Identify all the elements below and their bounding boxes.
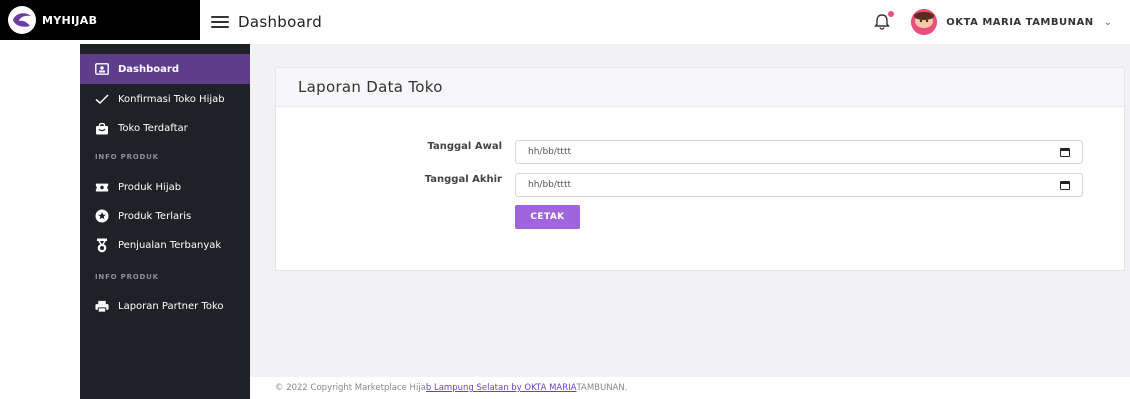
- medal-icon: [95, 238, 109, 252]
- shopping-bag-icon: [95, 121, 109, 135]
- notification-bell-icon[interactable]: [873, 9, 897, 31]
- sidebar-item-label: Produk Terlaris: [118, 210, 192, 222]
- star-icon: [95, 209, 109, 223]
- user-name[interactable]: OKTA MARIA TAMBUNAN: [946, 17, 1093, 28]
- end-date-input[interactable]: hh/bb/tttt: [515, 173, 1083, 197]
- brand-logo-icon: [8, 6, 36, 34]
- sidebar-item-toko-terdaftar[interactable]: Toko Terdaftar: [80, 113, 250, 143]
- chevron-down-icon[interactable]: ⌄: [1104, 17, 1112, 28]
- sidebar-item-produk-terlaris[interactable]: Produk Terlaris: [80, 201, 250, 231]
- cetak-button[interactable]: CETAK: [515, 205, 580, 229]
- calendar-icon[interactable]: [1060, 181, 1070, 190]
- sidebar-heading: INFO PRODUK: [95, 153, 159, 161]
- user-avatar[interactable]: [911, 9, 938, 35]
- footer-text: © 2022 Copyright Marketplace Hija: [275, 383, 426, 393]
- menu-toggle-icon[interactable]: [211, 16, 229, 28]
- sidebar-item-konfirmasi[interactable]: Konfirmasi Toko Hijab: [80, 84, 250, 114]
- start-date-placeholder: hh/bb/tttt: [528, 147, 572, 157]
- end-date-placeholder: hh/bb/tttt: [528, 180, 572, 190]
- main-content: Laporan Data Toko Tanggal Awal hh/bb/ttt…: [250, 44, 1130, 377]
- app-root: MYHIJAB Dashboard OKTA MARIA TAMBUNAN ⌄ …: [0, 0, 1130, 399]
- sidebar-item-label: Laporan Partner Toko: [118, 300, 224, 312]
- sidebar: Dashboard Konfirmasi Toko Hijab Toko Ter…: [80, 44, 250, 399]
- id-card-icon: [95, 62, 109, 76]
- footer: © 2022 Copyright Marketplace Hija b Lampu…: [250, 377, 1130, 399]
- card-header: Laporan Data Toko: [276, 68, 1124, 107]
- page-title: Dashboard: [238, 13, 323, 31]
- start-date-input[interactable]: hh/bb/tttt: [515, 140, 1083, 164]
- sidebar-item-label: Toko Terdaftar: [118, 122, 188, 134]
- sidebar-item-dashboard[interactable]: Dashboard: [80, 54, 250, 84]
- brand[interactable]: MYHIJAB: [0, 0, 200, 40]
- sidebar-item-label: Produk Hijab: [118, 181, 182, 193]
- header-actions: OKTA MARIA TAMBUNAN ⌄: [873, 0, 1112, 44]
- sidebar-heading: INFO PRODUK: [95, 273, 159, 281]
- ticket-icon: [95, 180, 109, 194]
- sidebar-item-penjualan-terbanyak[interactable]: Penjualan Terbanyak: [80, 230, 250, 260]
- notification-badge: [886, 9, 897, 19]
- sidebar-item-produk-hijab[interactable]: Produk Hijab: [80, 172, 250, 202]
- sidebar-item-label: Konfirmasi Toko Hijab: [118, 93, 225, 105]
- footer-link[interactable]: b Lampung Selatan by OKTA MARIA: [426, 383, 577, 393]
- sidebar-item-label: Dashboard: [118, 63, 179, 75]
- sidebar-item-label: Penjualan Terbanyak: [118, 239, 222, 251]
- check-icon: [95, 92, 109, 106]
- card-title: Laporan Data Toko: [298, 78, 443, 96]
- start-date-label: Tanggal Awal: [427, 141, 502, 152]
- printer-icon: [95, 299, 109, 313]
- footer-text-end: TAMBUNAN.: [576, 383, 628, 393]
- end-date-label: Tanggal Akhir: [424, 174, 502, 185]
- calendar-icon[interactable]: [1060, 148, 1070, 157]
- sidebar-item-laporan-partner[interactable]: Laporan Partner Toko: [80, 291, 250, 321]
- report-card: Laporan Data Toko Tanggal Awal hh/bb/ttt…: [275, 67, 1125, 271]
- brand-name: MYHIJAB: [42, 13, 98, 27]
- top-header: Dashboard OKTA MARIA TAMBUNAN ⌄: [200, 0, 1130, 44]
